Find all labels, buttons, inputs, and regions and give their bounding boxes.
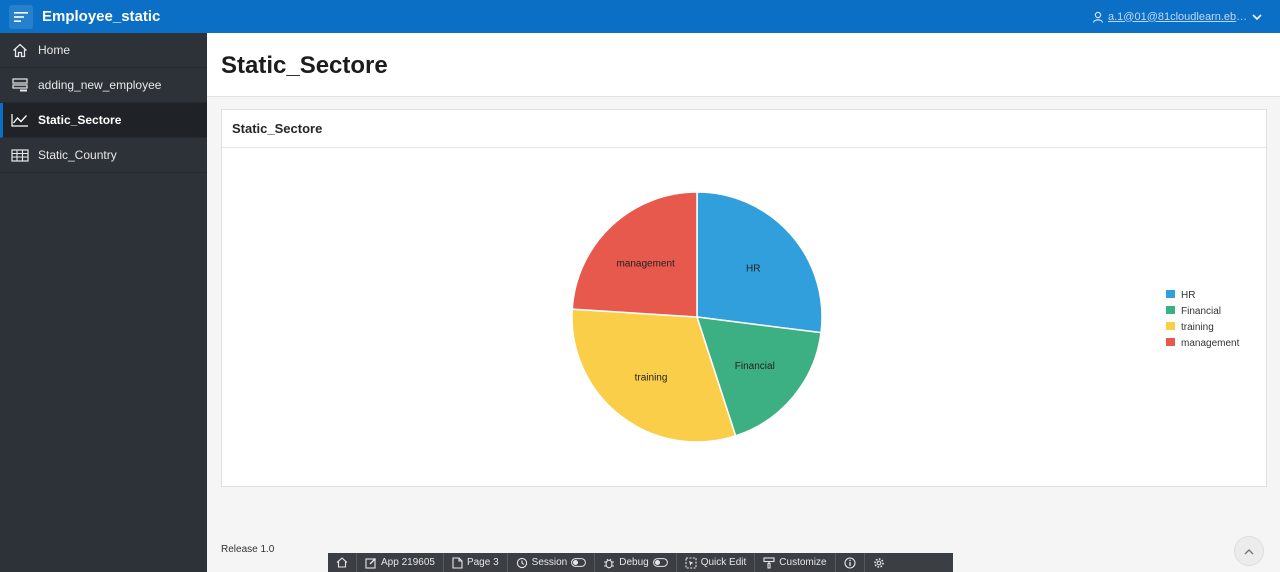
line-chart-icon <box>10 112 30 128</box>
legend-entry[interactable]: management <box>1181 338 1240 349</box>
devbar-quick-edit-button[interactable]: Quick Edit <box>677 553 756 572</box>
pie-slice-label: training <box>635 372 668 383</box>
form-icon <box>10 77 30 93</box>
page-title: Static_Sectore <box>221 52 388 79</box>
info-icon <box>843 556 856 569</box>
sidebar-item-adding-new-employee[interactable]: adding_new_employee <box>0 68 207 103</box>
toggle-icon <box>571 558 587 567</box>
page-title-bar: Static_Sectore <box>207 33 1280 97</box>
devbar-customize-button[interactable]: Customize <box>755 553 836 572</box>
bug-icon <box>603 557 615 569</box>
devbar-debug-button[interactable]: Debug <box>595 553 677 572</box>
region-title: Static_Sectore <box>222 110 1266 148</box>
legend-swatch <box>1166 290 1175 298</box>
user-icon <box>1092 11 1104 23</box>
legend-entry[interactable]: Financial <box>1181 306 1221 317</box>
gear-icon <box>873 557 885 569</box>
sidebar-item-label: Static_Sectore <box>38 113 122 127</box>
home-icon <box>336 557 348 568</box>
user-menu[interactable]: a.1@01@81cloudlearn.eb.com <box>1092 0 1262 33</box>
scroll-to-top-button[interactable] <box>1234 536 1264 566</box>
devbar-home-button[interactable] <box>328 553 357 572</box>
sidebar-item-static-sectore[interactable]: Static_Sectore <box>0 103 207 138</box>
menu-toggle-button[interactable] <box>9 4 33 29</box>
developer-toolbar: App 219605 Page 3 Session Debug Quick Ed… <box>328 553 953 572</box>
legend-swatch <box>1166 338 1175 346</box>
devbar-settings-button[interactable] <box>865 553 893 572</box>
sidebar-item-label: Static_Country <box>38 148 117 162</box>
session-icon <box>516 557 528 569</box>
table-icon <box>10 147 30 163</box>
brush-icon <box>763 556 775 569</box>
devbar-debug-label: Debug <box>619 557 649 568</box>
chevron-down-icon <box>1252 13 1262 20</box>
pie-slice-label: HR <box>746 263 760 274</box>
devbar-customize-label: Customize <box>779 557 827 568</box>
devbar-page-label: Page 3 <box>466 557 499 568</box>
pie-slice-label: Financial <box>735 361 775 372</box>
sidebar-item-static-country[interactable]: Static_Country <box>0 138 207 173</box>
pie-slice-hr[interactable] <box>696 191 823 334</box>
devbar-session-button[interactable]: Session <box>508 553 596 572</box>
app-title[interactable]: Employee_static <box>42 8 160 25</box>
legend-swatch <box>1166 322 1175 330</box>
legend-entry[interactable]: HR <box>1181 290 1195 301</box>
sidebar-item-label: Home <box>38 43 71 57</box>
devbar-info-button[interactable] <box>836 553 865 572</box>
sidebar-item-home[interactable]: Home <box>0 33 207 68</box>
devbar-quick-edit-label: Quick Edit <box>700 557 747 568</box>
pie-chart: HR Financial training management HR Financial… <box>571 191 1240 443</box>
chart-region: Static_Sectore HR Financial training manage… <box>221 109 1267 487</box>
hamburger-icon <box>14 11 28 22</box>
chevron-up-icon <box>1244 548 1254 554</box>
legend-swatch <box>1166 306 1175 314</box>
devbar-app-button[interactable]: App 219605 <box>357 553 444 572</box>
app-header: Employee_static a.1@01@81cloudlearn.eb.c… <box>0 0 1280 33</box>
home-icon <box>10 42 30 58</box>
sidebar-item-label: adding_new_employee <box>38 78 162 92</box>
release-label: Release 1.0 <box>221 544 275 555</box>
devbar-session-label: Session <box>531 557 568 568</box>
sidebar-nav: Home adding_new_employee Static_Sectore … <box>0 33 207 572</box>
pie-slice-label: management <box>616 258 675 269</box>
toggle-icon <box>652 558 668 567</box>
legend-entry[interactable]: training <box>1181 322 1214 333</box>
page-icon <box>452 556 463 569</box>
pie-slice-management[interactable] <box>571 191 698 318</box>
devbar-app-label: App 219605 <box>381 557 435 568</box>
quick-edit-icon <box>685 556 697 569</box>
user-name[interactable]: a.1@01@81cloudlearn.eb.com <box>1108 11 1248 23</box>
edit-icon <box>365 557 377 569</box>
devbar-page-button[interactable]: Page 3 <box>444 553 508 572</box>
